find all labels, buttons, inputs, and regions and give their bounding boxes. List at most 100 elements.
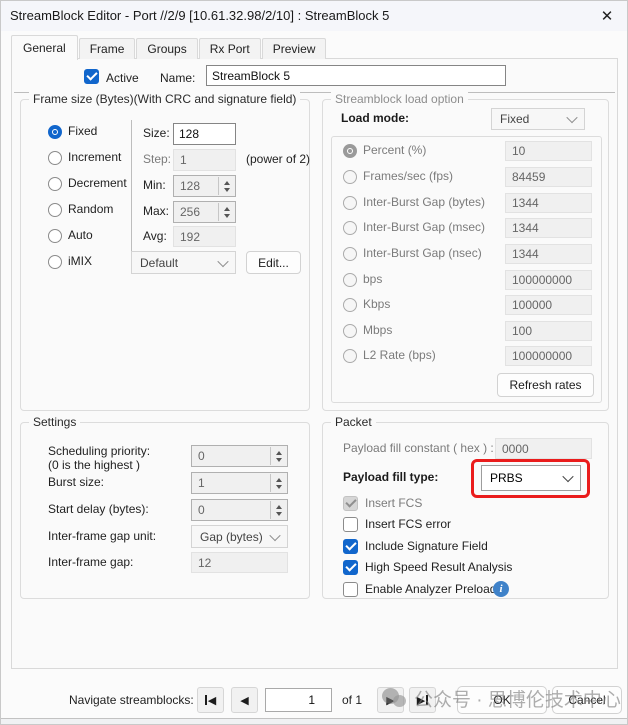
info-icon[interactable]: i (493, 581, 509, 597)
ibg-msec-field: 1344 (505, 218, 592, 238)
include-signature-label: Include Signature Field (365, 539, 488, 553)
tab-general[interactable]: General (11, 35, 78, 60)
min-label: Min: (143, 178, 166, 192)
min-spinner[interactable] (218, 177, 234, 195)
radio-ibg-bytes[interactable] (343, 196, 357, 210)
radio-decrement[interactable] (48, 177, 62, 191)
fill-type-label: Payload fill type: (343, 470, 438, 484)
radio-fixed[interactable] (48, 125, 62, 139)
radio-auto[interactable] (48, 229, 62, 243)
last-streamblock-button[interactable]: ▶ (409, 687, 436, 713)
active-checkbox[interactable] (84, 69, 99, 84)
tab-rx-port[interactable]: Rx Port (199, 38, 261, 59)
next-icon: ▶ (386, 694, 394, 707)
load-mode-select[interactable]: Fixed (491, 108, 585, 130)
high-speed-analysis-checkbox[interactable] (343, 560, 358, 575)
settings-group: Settings Scheduling priority: (0 is the … (20, 422, 310, 599)
radio-ibg-bytes-label: Inter-Burst Gap (bytes) (363, 195, 485, 209)
radio-ibg-msec[interactable] (343, 221, 357, 235)
ok-button[interactable]: OK (457, 686, 547, 714)
radio-percent-label: Percent (%) (363, 143, 426, 157)
streamblock-index-input[interactable] (265, 688, 332, 712)
analyzer-preload-checkbox[interactable] (343, 582, 358, 597)
refresh-rates-button[interactable]: Refresh rates (497, 373, 594, 397)
spin-up-icon (276, 451, 282, 455)
fill-type-select[interactable]: PRBS (481, 465, 581, 491)
ibg-bytes-field: 1344 (505, 193, 592, 213)
size-input[interactable] (173, 123, 236, 145)
insert-fcs-checkbox[interactable] (343, 496, 358, 511)
ibg-nsec-field: 1344 (505, 244, 592, 264)
analyzer-preload-label: Enable Analyzer Preload (365, 582, 496, 596)
spin-down-icon (224, 214, 230, 218)
max-spinner[interactable] (218, 203, 234, 221)
avg-field: 192 (173, 226, 236, 247)
close-icon[interactable]: ✕ (597, 6, 617, 26)
tab-groups[interactable]: Groups (136, 38, 197, 59)
tab-preview[interactable]: Preview (262, 38, 327, 59)
max-label: Max: (143, 204, 169, 218)
fps-field: 84459 (505, 167, 592, 187)
radio-fps[interactable] (343, 170, 357, 184)
radio-random[interactable] (48, 203, 62, 217)
burst-size-field: 1 (191, 472, 288, 494)
radio-bps[interactable] (343, 273, 357, 287)
burst-size-label: Burst size: (48, 475, 104, 489)
frame-size-group: Frame size (Bytes)(With CRC and signatur… (20, 99, 310, 411)
radio-bps-label: bps (363, 272, 382, 286)
next-streamblock-button[interactable]: ▶ (377, 687, 404, 713)
include-signature-checkbox[interactable] (343, 539, 358, 554)
radio-ibg-nsec[interactable] (343, 247, 357, 261)
general-tab-page: Active Name: Frame size (Bytes)(With CRC… (11, 58, 618, 669)
spin-up-icon (224, 207, 230, 211)
start-delay-label: Start delay (bytes): (48, 502, 149, 516)
inter-frame-gap-label: Inter-frame gap: (48, 555, 133, 569)
spin-down-icon (276, 458, 282, 462)
bps-field: 100000000 (505, 270, 592, 290)
radio-fps-label: Frames/sec (fps) (363, 169, 453, 183)
cancel-button[interactable]: Cancel (552, 686, 622, 714)
min-field: 128 (173, 175, 236, 197)
tab-frame[interactable]: Frame (79, 38, 136, 59)
radio-increment[interactable] (48, 151, 62, 165)
active-label: Active (106, 71, 139, 85)
radio-auto-label: Auto (68, 228, 93, 242)
imix-preset-select[interactable]: Default (131, 251, 236, 274)
imix-preset-value: Default (140, 256, 178, 270)
spin-down-icon (276, 512, 282, 516)
previous-streamblock-button[interactable]: ◀ (231, 687, 258, 713)
fill-constant-field: 0000 (495, 438, 592, 459)
radio-imix[interactable] (48, 255, 62, 269)
gap-unit-select[interactable]: Gap (bytes) (191, 525, 288, 548)
tab-strip: General Frame Groups Rx Port Preview (11, 34, 327, 59)
settings-group-title: Settings (29, 415, 80, 429)
radio-l2-rate[interactable] (343, 349, 357, 363)
l2-rate-field: 100000000 (505, 346, 592, 366)
spin-up-icon (224, 181, 230, 185)
radio-percent[interactable] (343, 144, 357, 158)
step-field: 1 (173, 149, 236, 171)
gap-unit-value: Gap (bytes) (200, 530, 263, 544)
radio-l2-rate-label: L2 Rate (bps) (363, 348, 436, 362)
max-field: 256 (173, 201, 236, 223)
scheduling-priority-spinner[interactable] (270, 447, 286, 465)
radio-ibg-nsec-label: Inter-Burst Gap (nsec) (363, 246, 482, 260)
radio-decrement-label: Decrement (68, 176, 127, 190)
load-mode-value: Fixed (500, 112, 529, 126)
insert-fcs-error-checkbox[interactable] (343, 517, 358, 532)
start-delay-spinner[interactable] (270, 501, 286, 519)
radio-kbps-label: Kbps (363, 297, 390, 311)
last-icon: ▶ (417, 694, 425, 707)
step-label: Step: (143, 152, 171, 166)
window-title: StreamBlock Editor - Port //2/9 [10.61.3… (10, 8, 389, 23)
first-streamblock-button[interactable]: ◀ (197, 687, 224, 713)
radio-kbps[interactable] (343, 298, 357, 312)
edit-button[interactable]: Edit... (246, 251, 301, 274)
radio-fixed-label: Fixed (68, 124, 97, 138)
radio-mbps[interactable] (343, 324, 357, 338)
name-input[interactable] (206, 65, 506, 86)
high-speed-analysis-label: High Speed Result Analysis (365, 560, 512, 574)
load-option-group-title: Streamblock load option (331, 92, 468, 106)
burst-size-spinner[interactable] (270, 474, 286, 492)
last-icon-bar (426, 695, 428, 705)
